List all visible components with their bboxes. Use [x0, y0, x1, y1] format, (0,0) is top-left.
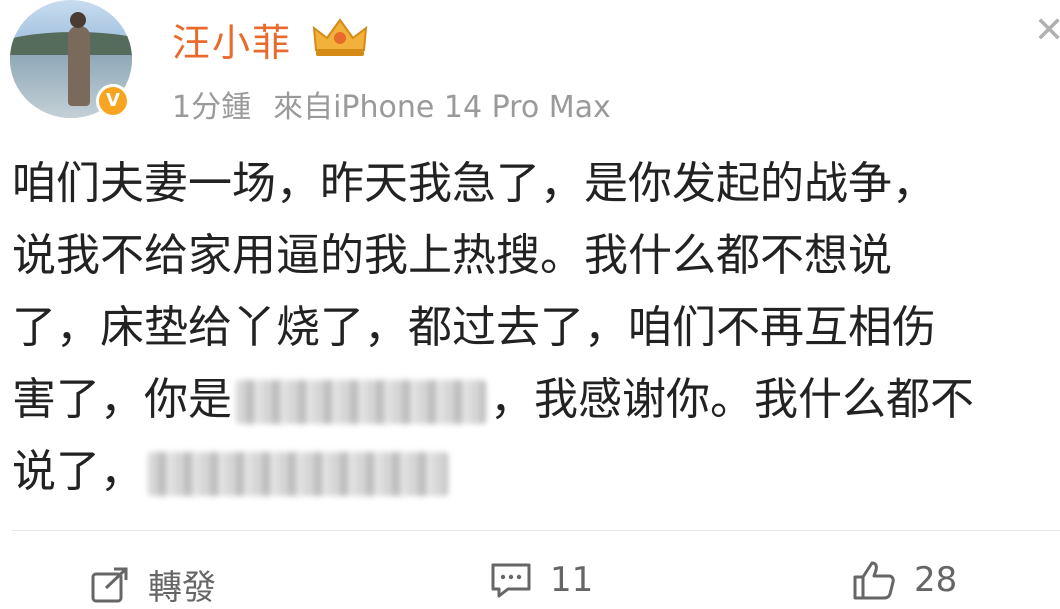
post-content: 咱们夫妻一场，昨天我急了，是你发起的战争， 说我不给家用逼的我上热搜。我什么都不… — [12, 148, 1060, 508]
repost-icon — [91, 567, 128, 602]
like-icon — [853, 561, 895, 600]
post-time: 1分鍾 — [172, 90, 252, 125]
content-line: 了，床垫给丫烧了，都过去了，咱们不再互相伤 — [12, 302, 936, 353]
verified-badge-icon: V — [96, 84, 130, 118]
author-name[interactable]: 汪小菲 — [172, 12, 292, 67]
repost-button[interactable]: 轉發 — [90, 560, 216, 609]
avatar-head — [70, 12, 86, 28]
divider — [12, 530, 1060, 531]
like-button[interactable]: 28 — [852, 560, 957, 600]
post-source: 來自iPhone 14 Pro Max — [273, 90, 611, 125]
comment-icon — [491, 563, 531, 598]
content-line: 说我不给家用逼的我上热搜。我什么都不想说 — [12, 230, 892, 281]
content-line: 害了，你是 ，我感谢你。我什么都不 — [12, 364, 1060, 436]
post-meta: 1分鍾 來自iPhone 14 Pro Max — [172, 82, 611, 126]
content-text: 害了，你是 — [12, 374, 232, 425]
content-line: 咱们夫妻一场，昨天我急了，是你发起的战争， — [12, 158, 936, 209]
content-line: 说了， — [12, 436, 1060, 508]
crown-badge-icon — [312, 18, 368, 56]
repost-label: 轉發 — [148, 568, 216, 608]
comment-button[interactable]: 11 — [490, 560, 593, 600]
blurred-text — [236, 380, 486, 424]
content-text: ，我感谢你。我什么都不 — [490, 374, 974, 425]
close-icon[interactable]: ✕ — [1034, 10, 1060, 51]
like-count: 28 — [914, 560, 958, 600]
comment-count: 11 — [550, 560, 594, 600]
avatar-person — [68, 26, 90, 106]
content-text: 说了， — [12, 446, 144, 497]
blurred-text — [148, 452, 448, 496]
